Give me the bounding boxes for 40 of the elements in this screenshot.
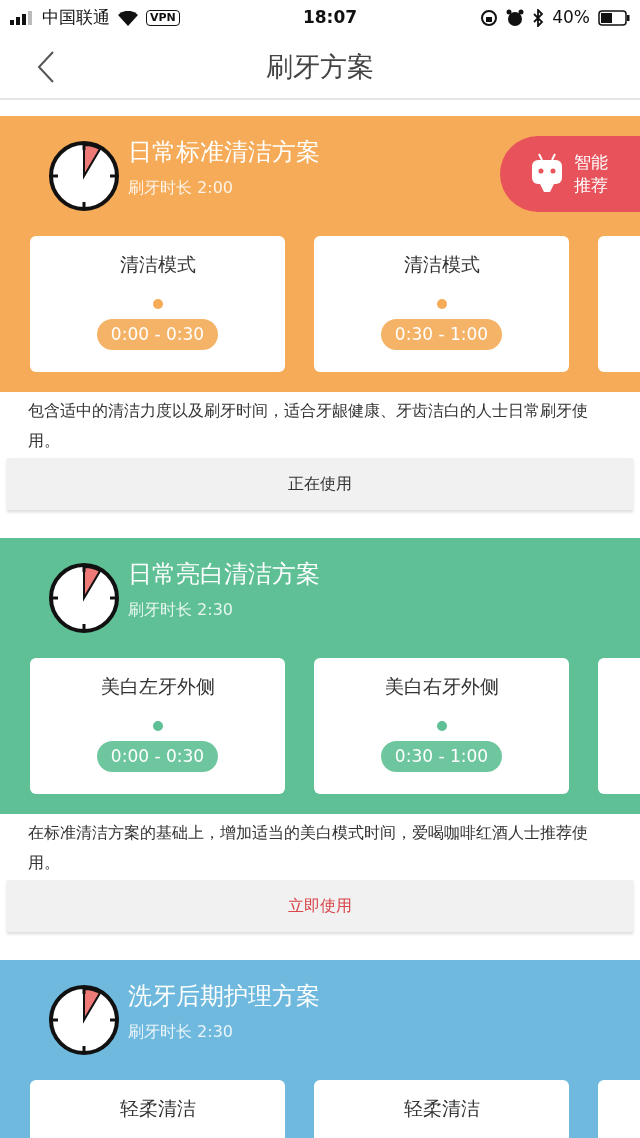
carrier-name: 中国联通: [42, 6, 110, 30]
segment-label: 清洁模式: [118, 252, 197, 277]
vpn-indicator: VPN: [146, 10, 180, 26]
dot-marker: [152, 298, 163, 309]
plan-title: 洗牙后期护理方案: [128, 981, 320, 1012]
time-range: 0:30 - 1:00: [380, 318, 503, 350]
back-button[interactable]: [36, 50, 56, 84]
battery-percent: 40%: [552, 6, 590, 30]
dot-marker: [436, 720, 447, 731]
wifi-icon: [118, 10, 138, 26]
bluetooth-icon: [532, 9, 545, 27]
plan-duration: 刷牙时长 2:30: [128, 1021, 234, 1043]
plan-duration: 刷牙时长 2:30: [128, 599, 234, 621]
clock-icon: [48, 140, 120, 212]
use-plan-button[interactable]: 正在使用: [7, 458, 633, 510]
alarm-icon: [506, 9, 525, 27]
signal-icon: [10, 11, 34, 25]
segment-label: 清洁模式: [402, 252, 481, 277]
rotation-lock-icon: [480, 9, 499, 27]
status-time: 18:07: [302, 6, 358, 30]
segment-label: 轻柔清洁: [402, 1096, 481, 1121]
segment-label: 轻柔清洁: [118, 1096, 197, 1121]
clock-icon: [48, 984, 120, 1056]
plan-duration: 刷牙时长 2:00: [128, 177, 234, 199]
time-range: 0:30 - 1:00: [380, 740, 503, 772]
plan-title: 日常标准清洁方案: [128, 137, 320, 168]
segment-label: 美白左牙外侧: [99, 674, 216, 699]
time-range: 0:00 - 0:30: [96, 318, 219, 350]
dot-marker: [152, 720, 163, 731]
use-plan-button[interactable]: 立即使用: [7, 880, 633, 932]
clock-icon: [48, 562, 120, 634]
dot-marker: [436, 298, 447, 309]
plan-description: 包含适中的清洁力度以及刷牙时间，适合牙龈健康、牙齿洁白的人士日常刷牙使用。: [27, 400, 589, 452]
page-title: 刷牙方案: [266, 49, 374, 84]
segment-label: 美白右牙外侧: [383, 674, 500, 699]
recommend-badge[interactable]: 智能推荐: [500, 136, 640, 212]
plan-title: 日常亮白清洁方案: [128, 559, 320, 590]
plan-description: 在标准清洁方案的基础上，增加适当的美白模式时间，爱喝咖啡红酒人士推荐使用。: [27, 822, 589, 874]
time-range: 0:00 - 0:30: [96, 740, 219, 772]
battery-icon: [598, 10, 630, 26]
